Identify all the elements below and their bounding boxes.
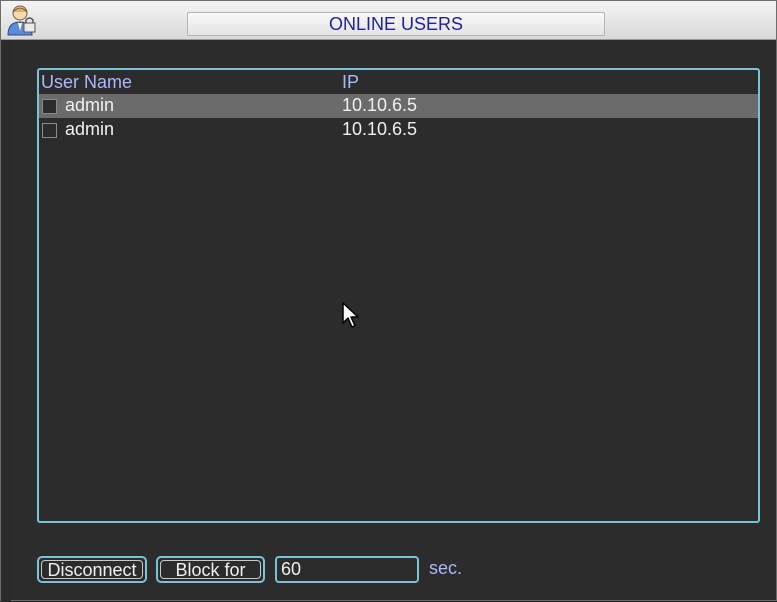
- ip-cell: 10.10.6.5: [342, 95, 418, 115]
- row-checkbox[interactable]: [42, 99, 57, 114]
- seconds-unit-label: sec.: [429, 558, 463, 578]
- online-users-window: ONLINE USERS User Name IP admin 10.10.6.…: [0, 0, 777, 602]
- table-row[interactable]: admin 10.10.6.5: [39, 94, 758, 118]
- list-header: User Name IP: [39, 70, 758, 94]
- title-bar: ONLINE USERS: [1, 1, 776, 40]
- mouse-pointer-icon: [341, 301, 365, 331]
- online-users-list[interactable]: User Name IP admin 10.10.6.5 admin 10.10…: [37, 68, 760, 523]
- row-checkbox[interactable]: [42, 123, 57, 138]
- block-duration-input[interactable]: 60: [275, 556, 419, 583]
- table-row[interactable]: admin 10.10.6.5: [39, 118, 758, 142]
- disconnect-button[interactable]: Disconnect: [37, 556, 147, 583]
- ip-cell: 10.10.6.5: [342, 119, 418, 139]
- user-lock-icon: [4, 3, 38, 37]
- disconnect-label: Disconnect: [41, 560, 143, 580]
- user-name-cell: admin: [65, 95, 115, 115]
- left-accent-strip: [1, 41, 11, 602]
- block-for-button[interactable]: Block for: [156, 556, 265, 583]
- column-header-user-name[interactable]: User Name: [41, 72, 132, 93]
- column-header-ip[interactable]: IP: [342, 72, 359, 93]
- user-name-cell: admin: [65, 119, 115, 139]
- window-title: ONLINE USERS: [187, 12, 605, 36]
- block-for-label: Block for: [160, 560, 261, 580]
